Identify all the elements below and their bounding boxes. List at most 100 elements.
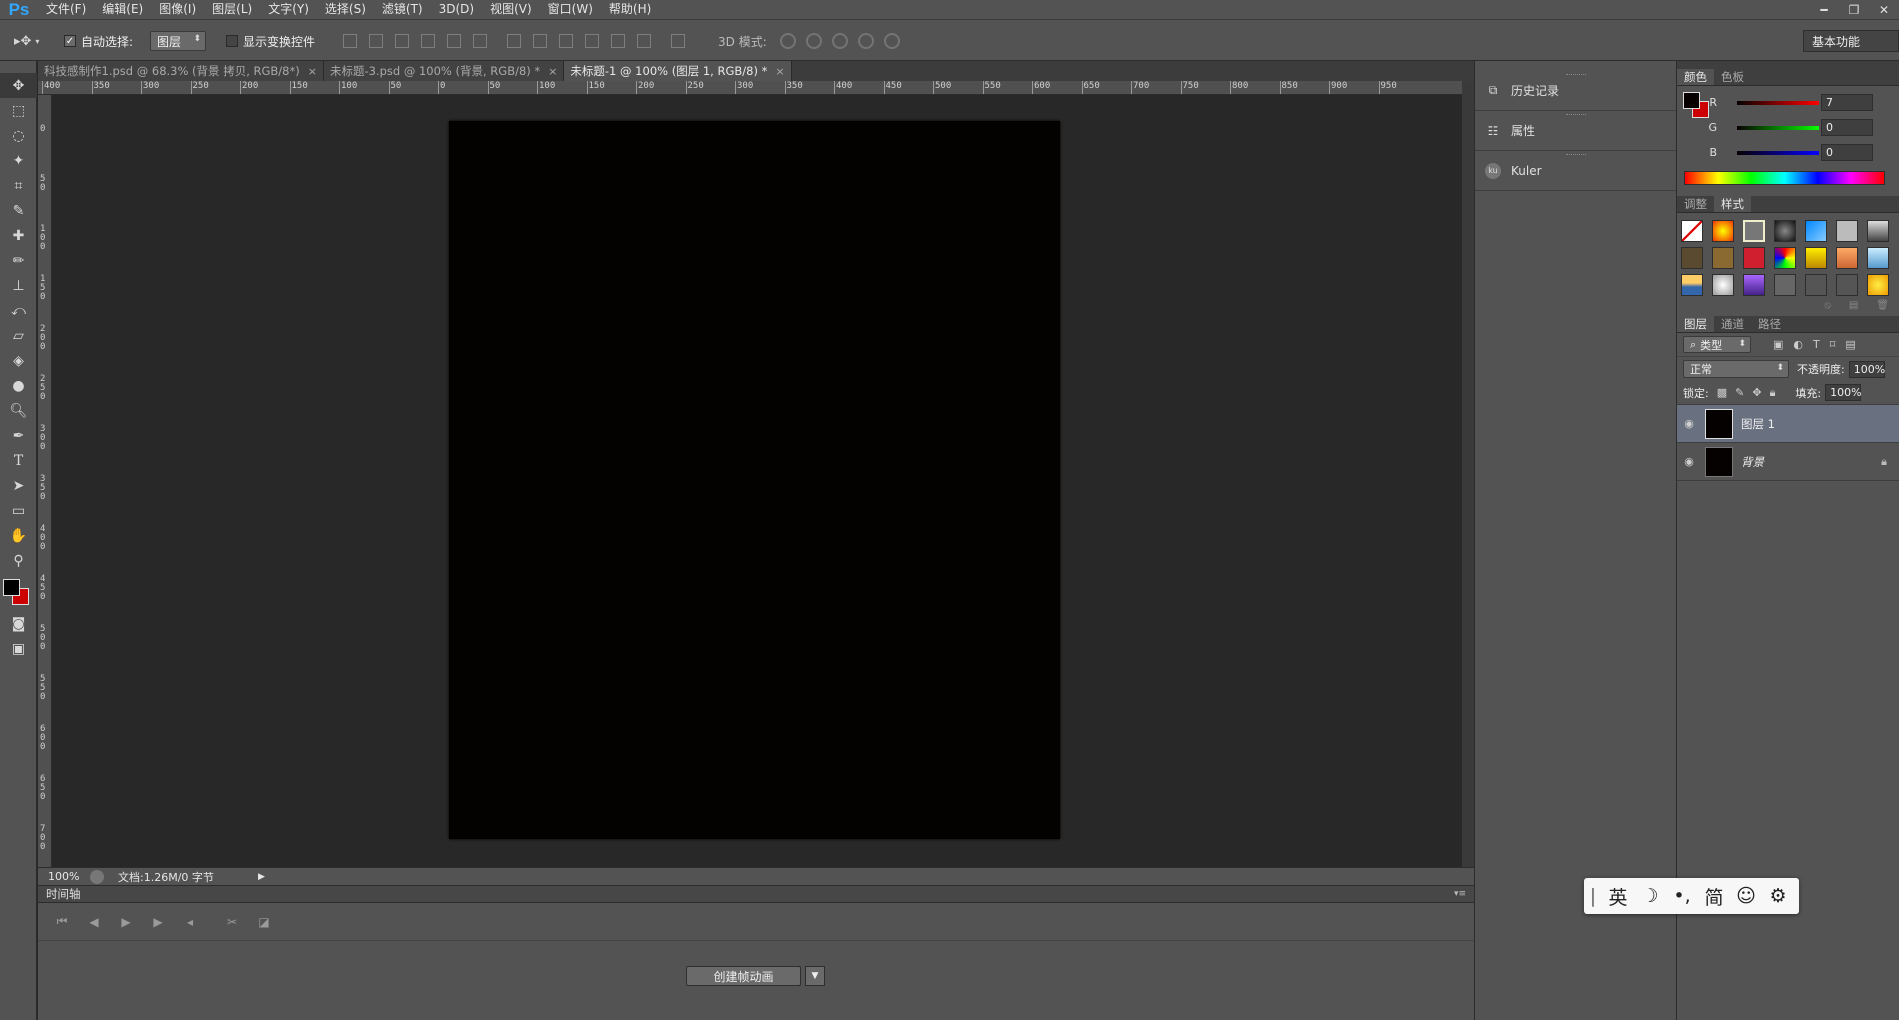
dodge-tool-icon[interactable]: 🔍︎ bbox=[0, 398, 37, 423]
hand-tool-icon[interactable]: ✋ bbox=[0, 523, 37, 548]
status-menu-arrow-icon[interactable]: ▶ bbox=[258, 872, 265, 882]
style-swatch[interactable] bbox=[1867, 247, 1889, 269]
style-swatch[interactable] bbox=[1836, 247, 1858, 269]
tab-document-2[interactable]: 未标题-3.psd @ 100% (背景, RGB/8) * × bbox=[323, 61, 565, 81]
menu-view[interactable]: 视图(V) bbox=[482, 0, 540, 19]
filter-adjust-icon[interactable]: ◐ bbox=[1793, 338, 1803, 351]
pen-tool-icon[interactable]: ✒ bbox=[0, 423, 37, 448]
clear-style-icon[interactable]: ⦸ bbox=[1824, 300, 1831, 314]
style-swatch[interactable] bbox=[1805, 247, 1827, 269]
distribute-left-icon[interactable] bbox=[585, 34, 599, 48]
tab-adjustments[interactable]: 调整 bbox=[1677, 196, 1714, 212]
lock-all-icon[interactable]: 🔒︎ bbox=[1770, 386, 1776, 400]
filter-type-icon[interactable]: T bbox=[1813, 338, 1820, 351]
close-icon[interactable]: × bbox=[308, 65, 317, 78]
move-tool-preset[interactable]: ▸✥ ▾ bbox=[14, 20, 39, 62]
layer-row[interactable]: ◉ 图层 1 bbox=[1677, 405, 1899, 443]
distribute-right-icon[interactable] bbox=[637, 34, 651, 48]
menu-type[interactable]: 文字(Y) bbox=[260, 0, 317, 19]
chevron-down-icon[interactable]: ▼ bbox=[805, 966, 825, 986]
style-swatch[interactable] bbox=[1681, 247, 1703, 269]
history-brush-tool-icon[interactable]: ⤺ bbox=[0, 298, 37, 323]
menu-file[interactable]: 文件(F) bbox=[38, 0, 94, 19]
style-swatch[interactable] bbox=[1774, 247, 1796, 269]
color-spectrum[interactable] bbox=[1684, 171, 1885, 185]
lock-transparent-icon[interactable]: ▩ bbox=[1717, 386, 1727, 399]
layer-name[interactable]: 背景 bbox=[1741, 454, 1764, 470]
healing-brush-tool-icon[interactable]: ✚ bbox=[0, 223, 37, 248]
filter-smart-icon[interactable]: ▤ bbox=[1845, 338, 1855, 351]
align-hcenter-icon[interactable] bbox=[447, 34, 461, 48]
menu-3d[interactable]: 3D(D) bbox=[431, 0, 482, 19]
moon-icon[interactable]: ☽ bbox=[1634, 885, 1666, 907]
vertical-scrollbar[interactable] bbox=[1462, 81, 1474, 867]
close-button[interactable]: ✕ bbox=[1869, 0, 1899, 19]
tab-color[interactable]: 颜色 bbox=[1677, 69, 1714, 85]
show-transform-checkbox[interactable] bbox=[226, 35, 238, 47]
first-frame-icon[interactable]: ⏮ bbox=[46, 914, 78, 929]
show-transform-option[interactable]: 显示变换控件 bbox=[226, 20, 315, 62]
menu-layer[interactable]: 图层(L) bbox=[204, 0, 260, 19]
rectangle-tool-icon[interactable]: ▭ bbox=[0, 498, 37, 523]
tab-swatches[interactable]: 色板 bbox=[1714, 69, 1751, 85]
style-swatch[interactable] bbox=[1712, 220, 1734, 242]
distribute-bottom-icon[interactable] bbox=[559, 34, 573, 48]
style-swatch[interactable] bbox=[1681, 274, 1703, 296]
align-bottom-icon[interactable] bbox=[395, 34, 409, 48]
document-canvas[interactable] bbox=[449, 121, 1060, 839]
next-frame-icon[interactable]: ▶ bbox=[142, 915, 174, 929]
history-panel-button[interactable]: ⧉ 历史记录 bbox=[1475, 71, 1676, 111]
layer-row[interactable]: ◉ 背景 🔒︎ bbox=[1677, 443, 1899, 481]
panel-menu-icon[interactable]: ▾≡ bbox=[1454, 889, 1466, 899]
lasso-tool-icon[interactable]: ◌ bbox=[0, 123, 37, 148]
menu-filter[interactable]: 滤镜(T) bbox=[374, 0, 431, 19]
eyedropper-tool-icon[interactable]: ✎ bbox=[0, 198, 37, 223]
filter-pixel-icon[interactable]: ▣ bbox=[1773, 338, 1783, 351]
distribute-hcenter-icon[interactable] bbox=[611, 34, 625, 48]
style-swatch[interactable] bbox=[1712, 247, 1734, 269]
minimize-button[interactable]: ━ bbox=[1809, 0, 1839, 19]
transition-icon[interactable]: ◪ bbox=[248, 915, 280, 929]
green-value-input[interactable]: 0 bbox=[1821, 119, 1873, 136]
restore-button[interactable]: ❐ bbox=[1839, 0, 1869, 19]
timeline-title[interactable]: 时间轴 bbox=[46, 886, 81, 902]
crop-tool-icon[interactable]: ⌗ bbox=[0, 173, 37, 198]
split-icon[interactable]: ✂ bbox=[216, 915, 248, 929]
zoom-tool-icon[interactable]: ⚲ bbox=[0, 548, 37, 573]
style-swatch[interactable] bbox=[1805, 220, 1827, 242]
settings-icon[interactable]: ⚙ bbox=[1762, 885, 1794, 907]
create-frame-animation-button[interactable]: 创建帧动画 bbox=[686, 966, 801, 986]
tab-layers[interactable]: 图层 bbox=[1677, 316, 1714, 332]
align-left-icon[interactable] bbox=[421, 34, 435, 48]
style-swatch[interactable] bbox=[1867, 220, 1889, 242]
auto-align-icon[interactable] bbox=[671, 34, 685, 48]
style-swatch[interactable] bbox=[1712, 274, 1734, 296]
style-none[interactable] bbox=[1681, 220, 1703, 242]
menu-select[interactable]: 选择(S) bbox=[317, 0, 374, 19]
menu-help[interactable]: 帮助(H) bbox=[601, 0, 659, 19]
lock-pixels-icon[interactable]: ✎ bbox=[1735, 386, 1744, 399]
tab-channels[interactable]: 通道 bbox=[1714, 316, 1751, 332]
style-swatch[interactable] bbox=[1774, 220, 1796, 242]
style-swatch[interactable] bbox=[1743, 274, 1765, 296]
auto-select-checkbox[interactable]: ✓ bbox=[64, 35, 76, 47]
brush-tool-icon[interactable]: ✏ bbox=[0, 248, 37, 273]
type-tool-icon[interactable]: T bbox=[0, 448, 37, 473]
screen-mode-icon[interactable]: ▣ bbox=[0, 636, 37, 661]
fg-color-preview[interactable] bbox=[1683, 92, 1700, 109]
opacity-input[interactable]: 100% bbox=[1848, 360, 1885, 378]
tab-paths[interactable]: 路径 bbox=[1751, 316, 1788, 332]
pan-3d-icon[interactable] bbox=[831, 33, 848, 49]
prev-frame-icon[interactable]: ◀ bbox=[78, 915, 110, 929]
layer-filter-select[interactable]: ⌕ 类型 bbox=[1683, 336, 1751, 353]
slide-3d-icon[interactable] bbox=[857, 33, 874, 49]
blur-tool-icon[interactable]: ● bbox=[0, 373, 37, 398]
style-swatch[interactable] bbox=[1867, 274, 1889, 296]
kuler-panel-button[interactable]: ku Kuler bbox=[1475, 151, 1676, 191]
blue-slider[interactable] bbox=[1737, 150, 1819, 155]
style-swatch[interactable] bbox=[1774, 274, 1796, 296]
layer-name[interactable]: 图层 1 bbox=[1741, 416, 1775, 432]
align-right-icon[interactable] bbox=[473, 34, 487, 48]
red-slider[interactable] bbox=[1737, 100, 1819, 105]
eye-icon[interactable]: ◉ bbox=[1677, 417, 1701, 430]
